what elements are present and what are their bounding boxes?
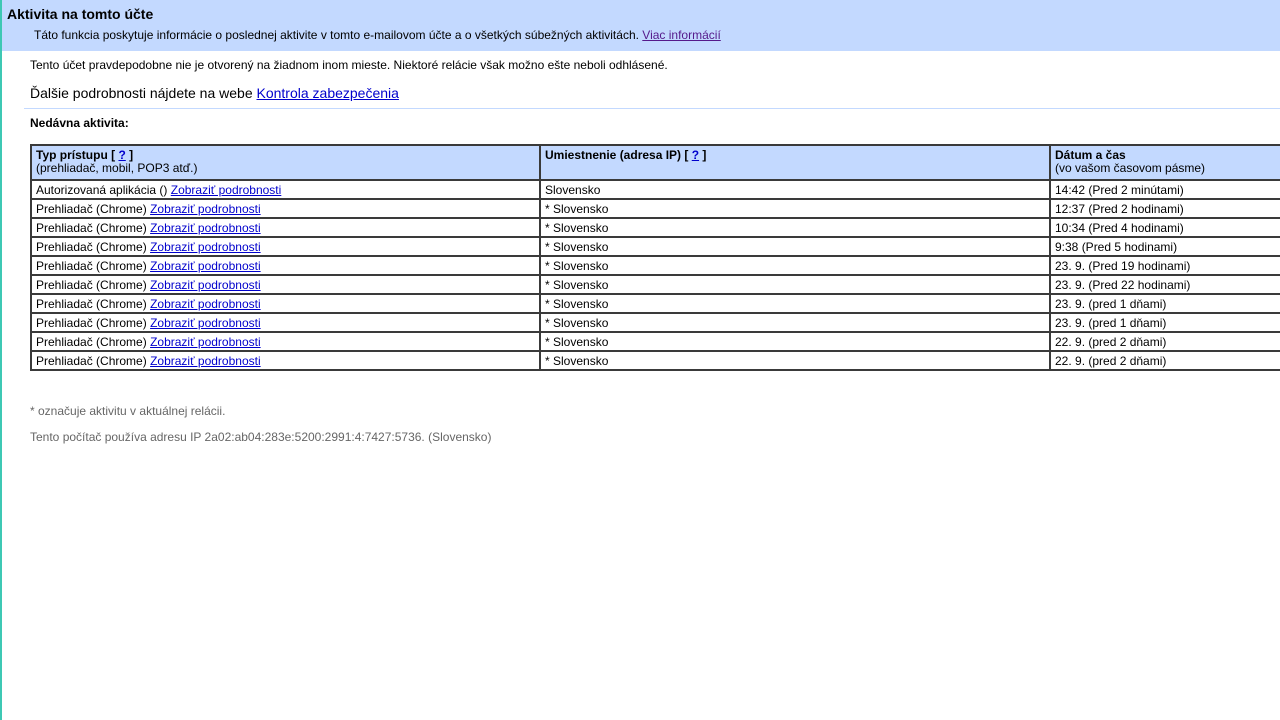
datetime-cell: 12:37 (Pred 2 hodinami) xyxy=(1049,198,1280,219)
column-header-datetime: Dátum a čas (vo vašom časovom pásme) xyxy=(1049,144,1280,181)
access-type-cell: Prehliadač (Chrome) Zobraziť podrobnosti xyxy=(30,236,541,257)
access-type-help-link[interactable]: ? xyxy=(118,148,125,162)
more-info-link[interactable]: Viac informácií xyxy=(642,28,720,42)
datetime-subtitle: (vo vašom časovom pásme) xyxy=(1055,161,1206,175)
show-details-link[interactable]: Zobraziť podrobnosti xyxy=(150,316,261,330)
location-cell: * Slovensko xyxy=(539,274,1051,295)
location-cell: * Slovensko xyxy=(539,350,1051,371)
access-type-label: Prehliadač (Chrome) xyxy=(36,296,147,311)
access-type-label: Prehliadač (Chrome) xyxy=(36,315,147,330)
session-notice: Tento účet pravdepodobne nie je otvorený… xyxy=(30,58,668,72)
recent-activity-heading: Nedávna aktivita: xyxy=(30,116,129,130)
access-type-cell: Prehliadač (Chrome) Zobraziť podrobnosti xyxy=(30,293,541,314)
access-type-label: Prehliadač (Chrome) xyxy=(36,220,147,235)
location-cell: * Slovensko xyxy=(539,198,1051,219)
access-type-label: Prehliadač (Chrome) xyxy=(36,258,147,273)
show-details-link[interactable]: Zobraziť podrobnosti xyxy=(150,278,261,292)
location-cell: * Slovensko xyxy=(539,217,1051,238)
location-cell: * Slovensko xyxy=(539,255,1051,276)
access-type-label: Prehliadač (Chrome) xyxy=(36,277,147,292)
datetime-cell: 14:42 (Pred 2 minútami) xyxy=(1049,179,1280,200)
table-row: Prehliadač (Chrome) Zobraziť podrobnosti… xyxy=(30,217,1280,238)
table-row: Prehliadač (Chrome) Zobraziť podrobnosti… xyxy=(30,312,1280,333)
access-type-label: Prehliadač (Chrome) xyxy=(36,201,147,216)
activity-header: Aktivita na tomto účte Táto funkcia posk… xyxy=(2,0,1280,51)
access-type-cell: Prehliadač (Chrome) Zobraziť podrobnosti xyxy=(30,331,541,352)
show-details-link[interactable]: Zobraziť podrobnosti xyxy=(150,335,261,349)
table-row: Prehliadač (Chrome) Zobraziť podrobnosti… xyxy=(30,236,1280,257)
datetime-cell: 23. 9. (Pred 22 hodinami) xyxy=(1049,274,1280,295)
access-type-cell: Prehliadač (Chrome) Zobraziť podrobnosti xyxy=(30,217,541,238)
table-row: Prehliadač (Chrome) Zobraziť podrobnosti… xyxy=(30,293,1280,314)
header-description-text: Táto funkcia poskytuje informácie o posl… xyxy=(34,28,639,42)
access-type-label: Prehliadač (Chrome) xyxy=(36,353,147,368)
show-details-link[interactable]: Zobraziť podrobnosti xyxy=(150,221,261,235)
column-header-location: Umiestnenie (adresa IP) [ ? ] xyxy=(539,144,1051,181)
current-session-footnote: * označuje aktivitu v aktuálnej relácii. xyxy=(30,404,226,418)
datetime-cell: 22. 9. (pred 2 dňami) xyxy=(1049,350,1280,371)
datetime-cell: 10:34 (Pred 4 hodinami) xyxy=(1049,217,1280,238)
access-type-cell: Prehliadač (Chrome) Zobraziť podrobnosti xyxy=(30,255,541,276)
datetime-cell: 22. 9. (pred 2 dňami) xyxy=(1049,331,1280,352)
ip-address-note: Tento počítač používa adresu IP 2a02:ab0… xyxy=(30,430,492,444)
header-description: Táto funkcia poskytuje informácie o posl… xyxy=(34,28,721,42)
access-type-label: Prehliadač (Chrome) xyxy=(36,239,147,254)
location-cell: * Slovensko xyxy=(539,312,1051,333)
location-cell: Slovensko xyxy=(539,179,1051,200)
table-row: Prehliadač (Chrome) Zobraziť podrobnosti… xyxy=(30,198,1280,219)
security-checkup-link[interactable]: Kontrola zabezpečenia xyxy=(257,85,399,101)
section-divider xyxy=(24,108,1280,109)
access-type-cell: Prehliadač (Chrome) Zobraziť podrobnosti xyxy=(30,198,541,219)
table-row: Prehliadač (Chrome) Zobraziť podrobnosti… xyxy=(30,274,1280,295)
access-type-subtitle: (prehliadač, mobil, POP3 atď.) xyxy=(36,161,198,175)
show-details-link[interactable]: Zobraziť podrobnosti xyxy=(171,183,282,197)
access-type-cell: Prehliadač (Chrome) Zobraziť podrobnosti xyxy=(30,350,541,371)
table-header-row: Typ prístupu [ ? ] (prehliadač, mobil, P… xyxy=(30,144,1280,181)
location-help-link[interactable]: ? xyxy=(692,148,699,162)
access-type-label: Autorizovaná aplikácia () xyxy=(36,182,168,197)
datetime-cell: 23. 9. (Pred 19 hodinami) xyxy=(1049,255,1280,276)
location-cell: * Slovensko xyxy=(539,236,1051,257)
access-type-cell: Prehliadač (Chrome) Zobraziť podrobnosti xyxy=(30,312,541,333)
datetime-cell: 9:38 (Pred 5 hodinami) xyxy=(1049,236,1280,257)
location-cell: * Slovensko xyxy=(539,293,1051,314)
show-details-link[interactable]: Zobraziť podrobnosti xyxy=(150,240,261,254)
column-header-access-type: Typ prístupu [ ? ] (prehliadač, mobil, P… xyxy=(30,144,541,181)
table-row: Prehliadač (Chrome) Zobraziť podrobnosti… xyxy=(30,331,1280,352)
show-details-link[interactable]: Zobraziť podrobnosti xyxy=(150,297,261,311)
show-details-link[interactable]: Zobraziť podrobnosti xyxy=(150,354,261,368)
datetime-cell: 23. 9. (pred 1 dňami) xyxy=(1049,293,1280,314)
table-row: Prehliadač (Chrome) Zobraziť podrobnosti… xyxy=(30,255,1280,276)
more-details: Ďalšie podrobnosti nájdete na webe Kontr… xyxy=(30,85,399,101)
access-type-label: Prehliadač (Chrome) xyxy=(36,334,147,349)
more-details-text: Ďalšie podrobnosti nájdete na webe xyxy=(30,85,253,101)
window-left-edge xyxy=(0,0,2,720)
table-row: Prehliadač (Chrome) Zobraziť podrobnosti… xyxy=(30,350,1280,371)
activity-table: Typ prístupu [ ? ] (prehliadač, mobil, P… xyxy=(30,144,1280,371)
show-details-link[interactable]: Zobraziť podrobnosti xyxy=(150,202,261,216)
page-title: Aktivita na tomto účte xyxy=(7,6,154,22)
access-type-cell: Autorizovaná aplikácia () Zobraziť podro… xyxy=(30,179,541,200)
show-details-link[interactable]: Zobraziť podrobnosti xyxy=(150,259,261,273)
table-row: Autorizovaná aplikácia () Zobraziť podro… xyxy=(30,179,1280,200)
location-cell: * Slovensko xyxy=(539,331,1051,352)
access-type-cell: Prehliadač (Chrome) Zobraziť podrobnosti xyxy=(30,274,541,295)
datetime-cell: 23. 9. (pred 1 dňami) xyxy=(1049,312,1280,333)
